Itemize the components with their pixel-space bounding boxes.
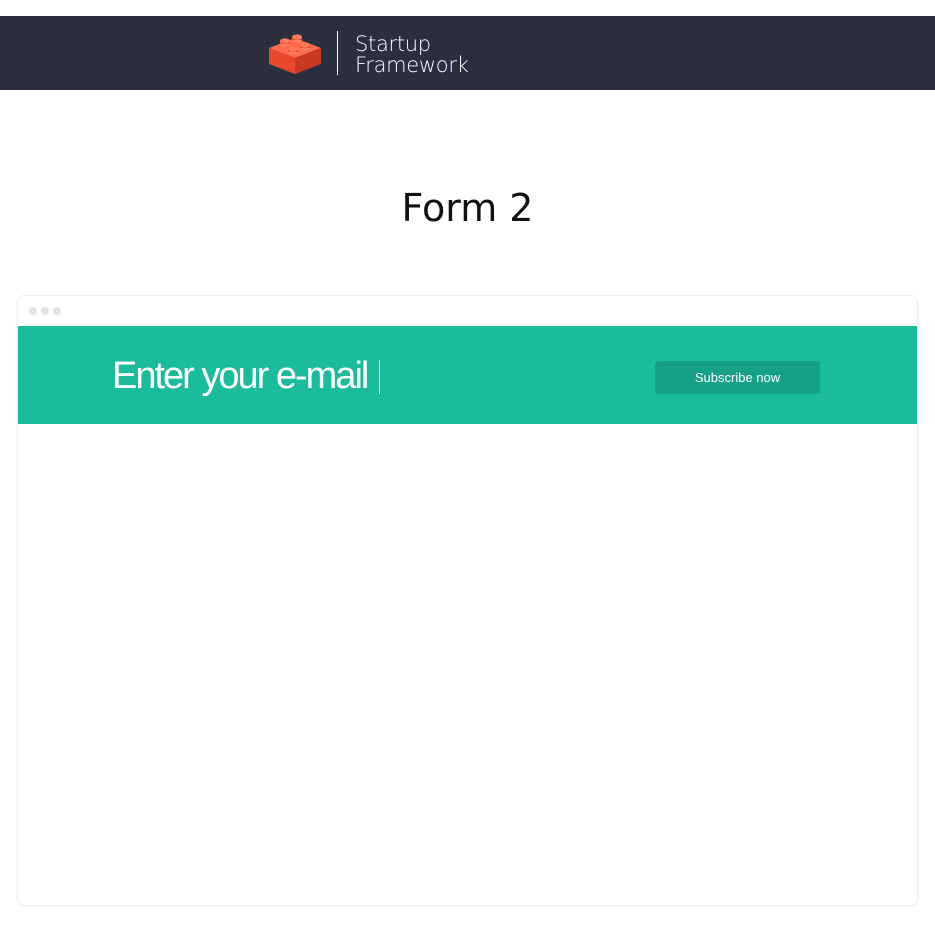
email-input[interactable] (108, 346, 512, 406)
top-header: Startup Framework (0, 16, 935, 90)
window-dot-icon (29, 307, 37, 315)
brand-line-2: Framework (355, 53, 469, 77)
brand-line-1: Startup (355, 32, 431, 56)
subscribe-button[interactable]: Subscribe now (655, 361, 820, 394)
subscribe-form: Subscribe now (18, 326, 917, 424)
brand-name[interactable]: Startup Framework (355, 34, 469, 76)
preview-window: Subscribe now (18, 296, 917, 905)
lego-brick-icon[interactable] (267, 32, 323, 76)
text-cursor (379, 360, 380, 394)
page-title: Form 2 (401, 186, 534, 230)
window-dot-icon (53, 307, 61, 315)
logo-divider (337, 31, 338, 75)
window-dot-icon (41, 307, 49, 315)
preview-body (18, 424, 917, 905)
window-title-bar (18, 296, 917, 326)
